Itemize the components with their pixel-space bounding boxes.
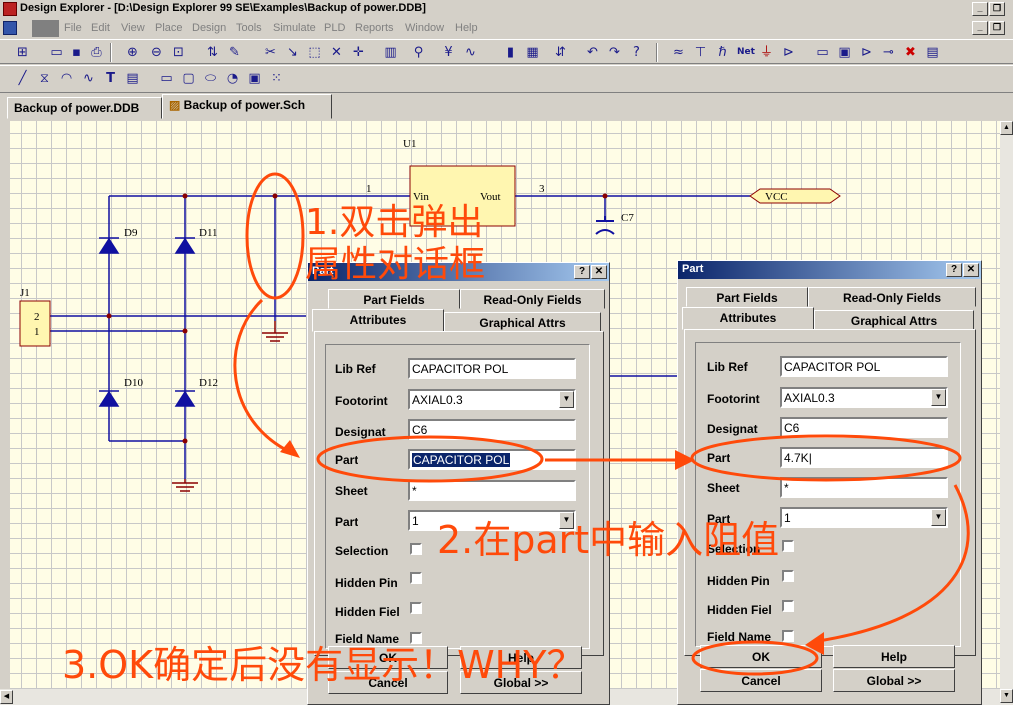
arrowhead-1 <box>280 440 300 458</box>
annotation-step2: 2.在part中输入阻值 <box>437 518 780 562</box>
annotation-arrow-3 <box>811 484 970 644</box>
annotation-step3: 3.OK确定后没有显示！WHY？ <box>62 643 585 687</box>
annotation-arrow-1 <box>233 298 291 454</box>
annotation-ellipse-ok <box>691 640 819 676</box>
annotation-step1-line2: 属性对话框 <box>305 244 486 285</box>
annotation-ellipse-part-left <box>316 435 544 483</box>
annotation-ellipse-part-right <box>690 434 962 482</box>
annotation-overlay <box>233 172 970 676</box>
annotation-step1-line1: 1.双击弹出 <box>305 202 484 243</box>
arrowhead-2 <box>675 450 695 470</box>
annotation-ellipse-junction <box>245 172 305 300</box>
